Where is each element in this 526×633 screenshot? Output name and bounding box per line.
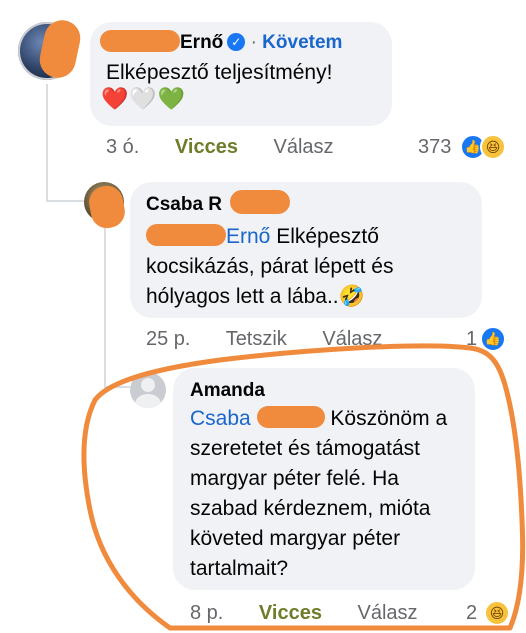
redaction-mark <box>86 183 128 231</box>
text-line: kocsikázás, párat lépett és <box>146 255 394 278</box>
verified-badge-icon: ✓ <box>227 33 246 51</box>
thread-line <box>106 386 130 388</box>
redaction-mark <box>256 406 325 428</box>
reaction-count[interactable]: 2 <box>466 602 477 625</box>
heart-emojis: ❤️🤍💚 <box>101 86 186 112</box>
comment-meta: 3 ó. Vicces Válasz <box>106 136 364 159</box>
text-line: tartalmait? <box>190 557 289 580</box>
white-heart-icon: 🤍 <box>129 86 158 111</box>
text-line: Elképesztő <box>276 225 379 248</box>
comment-author[interactable]: Csaba R <box>146 194 222 216</box>
text-line: Köszönöm a <box>330 407 448 430</box>
like-button[interactable]: Tetszik <box>226 328 287 350</box>
reaction-button[interactable]: Vicces <box>175 136 238 158</box>
avatar[interactable] <box>130 372 166 408</box>
author-name[interactable]: Ernő <box>180 32 223 53</box>
text-line: hólyagos lett a lába..🤣 <box>146 285 365 308</box>
red-heart-icon: ❤️ <box>101 86 130 111</box>
reply-button[interactable]: Válasz <box>358 602 418 624</box>
thread-line <box>46 84 48 202</box>
like-reaction-icon: 👍 <box>480 326 506 352</box>
comment-author[interactable]: Ernő ✓ · Követem <box>180 32 342 54</box>
haha-reaction-icon: 😆 <box>484 600 510 626</box>
mention-link[interactable]: Ernő <box>226 225 270 248</box>
reply-button[interactable]: Válasz <box>274 136 334 158</box>
reaction-count[interactable]: 373 <box>418 136 451 159</box>
redaction-mark <box>146 224 226 246</box>
comment-meta: 25 p. Tetszik Válasz <box>146 328 412 351</box>
redaction-mark <box>100 30 180 52</box>
comment-meta: 8 p. Vicces Válasz <box>190 602 448 625</box>
text-line: szabad kérdeznem, mióta <box>190 497 431 520</box>
text-line: margyar péter felé. Ha <box>190 467 399 490</box>
mention-link[interactable]: Csaba <box>190 407 251 430</box>
comment-text: Ernő Elképesztő kocsikázás, párat lépett… <box>146 222 393 312</box>
comment-text: Csaba Köszönöm a szeretetet és támogatás… <box>190 404 447 584</box>
text-line: követed margyar péter <box>190 527 401 550</box>
follow-button[interactable]: Követem <box>262 32 342 53</box>
text-line: szeretetet és támogatást <box>190 437 420 460</box>
reaction-count[interactable]: 1 <box>466 328 477 351</box>
timestamp[interactable]: 3 ó. <box>106 136 139 158</box>
reaction-button[interactable]: Vicces <box>259 602 322 624</box>
comment-text: Elképesztő teljesítmény! <box>106 61 333 84</box>
reply-button[interactable]: Válasz <box>322 328 382 350</box>
haha-reaction-icon: 😆 <box>480 134 506 160</box>
redaction-mark <box>230 190 290 214</box>
thread-line <box>48 200 84 202</box>
green-heart-icon: 💚 <box>157 86 187 111</box>
timestamp[interactable]: 8 p. <box>190 602 223 624</box>
comment-author[interactable]: Amanda <box>190 380 265 402</box>
timestamp[interactable]: 25 p. <box>146 328 190 350</box>
thread-line <box>104 226 106 388</box>
